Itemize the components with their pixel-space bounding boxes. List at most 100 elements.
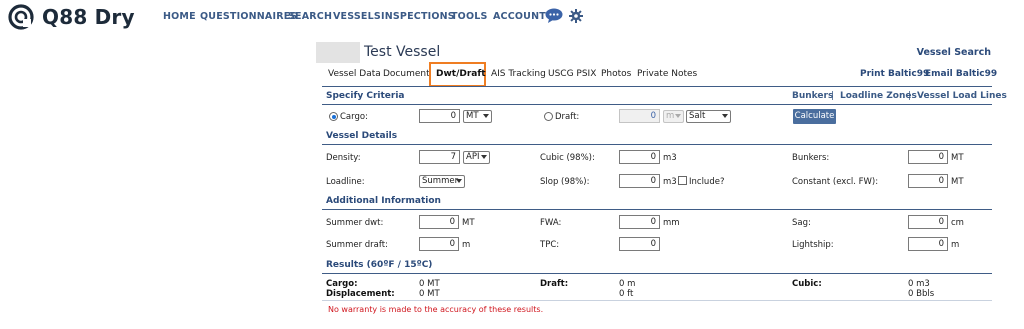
tab-documents[interactable]: Documents xyxy=(383,69,434,79)
tabs-divider xyxy=(322,86,992,87)
water-type-select[interactable]: Salt xyxy=(686,110,731,123)
gear-icon[interactable] xyxy=(569,9,583,23)
result-displacement-label: Displacement: xyxy=(326,289,395,299)
loadline-zones-link[interactable]: Loadline Zones xyxy=(840,91,917,101)
brand-name[interactable]: Q88 Dry xyxy=(42,5,135,29)
constant-input[interactable]: 0 xyxy=(908,174,948,188)
result-displacement-value: 0 MT xyxy=(419,289,440,299)
summer-dwt-unit: MT xyxy=(462,218,475,228)
result-draft-m: 0 m xyxy=(619,279,636,289)
loadline-label: Loadline: xyxy=(326,177,365,187)
cargo-radio[interactable] xyxy=(329,112,338,121)
cargo-unit-select[interactable]: MT xyxy=(463,110,492,123)
sag-label: Sag: xyxy=(792,218,811,228)
loadline-select[interactable]: Summer xyxy=(419,175,465,188)
water-type-value: Salt xyxy=(689,111,706,121)
tab-vessel-data[interactable]: Vessel Data xyxy=(328,69,381,79)
email-baltic99-link[interactable]: Email Baltic99 xyxy=(925,69,997,79)
section-additional-information: Additional Information xyxy=(326,196,441,206)
section-results: Results (60ºF / 15ºC) xyxy=(326,260,433,270)
bunkers-label: Bunkers: xyxy=(792,153,830,163)
nav-vessels[interactable]: VESSELS xyxy=(333,11,381,22)
tab-private-notes[interactable]: Private Notes xyxy=(637,69,697,79)
result-draft-label: Draft: xyxy=(540,279,569,289)
bunkers-input[interactable]: 0 xyxy=(908,150,948,164)
lightship-input[interactable]: 0 xyxy=(908,237,948,251)
include-slop-checkbox[interactable] xyxy=(678,176,687,185)
results-divider xyxy=(322,273,992,274)
fwa-input[interactable]: 0 xyxy=(619,215,660,229)
details-divider xyxy=(322,144,992,145)
draft-input[interactable]: 0 xyxy=(619,109,660,123)
draft-unit-select[interactable]: m xyxy=(663,110,684,123)
draft-unit-value: m xyxy=(666,111,675,121)
summer-dwt-input[interactable]: 0 xyxy=(419,215,459,229)
fwa-label: FWA: xyxy=(540,218,562,228)
result-cargo-value: 0 MT xyxy=(419,279,440,289)
summer-draft-label: Summer draft: xyxy=(326,240,388,250)
summer-draft-input[interactable]: 0 xyxy=(419,237,459,251)
tab-dwt-draft[interactable]: Dwt/Draft xyxy=(429,62,486,87)
tpc-input[interactable]: 0 xyxy=(619,237,660,251)
result-cubic-label: Cubic: xyxy=(792,279,822,289)
vessel-load-lines-link[interactable]: Vessel Load Lines xyxy=(917,91,1007,101)
tpc-label: TPC: xyxy=(540,240,560,250)
nav-inspections[interactable]: INSPECTIONS xyxy=(381,11,455,22)
tab-photos[interactable]: Photos xyxy=(601,69,631,79)
calculate-button[interactable]: Calculate xyxy=(793,109,836,124)
result-draft-ft: 0 ft xyxy=(619,289,634,299)
top-navigation-bar: Q88 Dry HOME QUESTIONNAIRES SEARCH VESSE… xyxy=(0,0,1024,36)
chat-icon[interactable] xyxy=(545,8,563,23)
cargo-label: Cargo: xyxy=(340,112,368,122)
slop-unit: m3 xyxy=(663,177,677,187)
draft-label: Draft: xyxy=(555,112,580,122)
nav-home[interactable]: HOME xyxy=(163,11,196,22)
cubic-label: Cubic (98%): xyxy=(540,153,595,163)
bunkers-link[interactable]: Bunkers xyxy=(792,91,833,101)
q88-logo-icon[interactable] xyxy=(8,4,34,30)
results-bottom-divider xyxy=(322,300,992,301)
result-cubic-bbls: 0 Bbls xyxy=(908,289,935,299)
density-unit-select[interactable]: API xyxy=(463,151,490,164)
cargo-unit-value: MT xyxy=(466,111,479,121)
nav-tools[interactable]: TOOLS xyxy=(451,11,488,22)
sag-input[interactable]: 0 xyxy=(908,215,948,229)
nav-account[interactable]: ACCOUNT xyxy=(493,11,546,22)
density-input[interactable]: 7 xyxy=(419,150,460,164)
loadline-value: Summer xyxy=(422,176,459,186)
section-specify-criteria: Specify Criteria xyxy=(326,91,405,101)
additional-divider xyxy=(322,209,992,210)
nav-questionnaires[interactable]: QUESTIONNAIRES xyxy=(200,11,297,22)
cargo-input[interactable]: 0 xyxy=(419,109,460,123)
cubic-unit: m3 xyxy=(663,153,677,163)
slop-label: Slop (98%): xyxy=(540,177,590,187)
fwa-unit: mm xyxy=(663,218,680,228)
lightship-label: Lightship: xyxy=(792,240,834,250)
page-title: Test Vessel xyxy=(364,44,441,60)
criteria-divider xyxy=(322,104,992,105)
tab-ais-tracking[interactable]: AIS Tracking xyxy=(491,69,546,79)
nav-search[interactable]: SEARCH xyxy=(288,11,332,22)
sag-unit: cm xyxy=(951,218,964,228)
draft-radio[interactable] xyxy=(544,112,553,121)
tab-dwt-draft-label: Dwt/Draft xyxy=(436,69,486,79)
constant-label: Constant (excl. FW): xyxy=(792,177,879,187)
slop-input[interactable]: 0 xyxy=(619,174,660,188)
link-separator: | xyxy=(908,91,912,101)
result-cubic-m3: 0 m3 xyxy=(908,279,930,289)
link-separator: | xyxy=(831,91,835,101)
bunkers-unit: MT xyxy=(951,153,964,163)
cubic-input[interactable]: 0 xyxy=(619,150,660,164)
tab-uscg-psix[interactable]: USCG PSIX xyxy=(548,69,596,79)
include-label: Include? xyxy=(689,177,725,187)
print-baltic99-link[interactable]: Print Baltic99 xyxy=(860,69,929,79)
summer-draft-unit: m xyxy=(462,240,471,250)
density-label: Density: xyxy=(326,153,361,163)
vessel-search-link[interactable]: Vessel Search xyxy=(917,47,991,58)
density-unit-value: API xyxy=(466,152,480,162)
constant-unit: MT xyxy=(951,177,964,187)
warranty-warning: No warranty is made to the accuracy of t… xyxy=(328,305,544,314)
section-vessel-details: Vessel Details xyxy=(326,131,398,141)
result-cargo-label: Cargo: xyxy=(326,279,358,289)
lightship-unit: m xyxy=(951,240,960,250)
